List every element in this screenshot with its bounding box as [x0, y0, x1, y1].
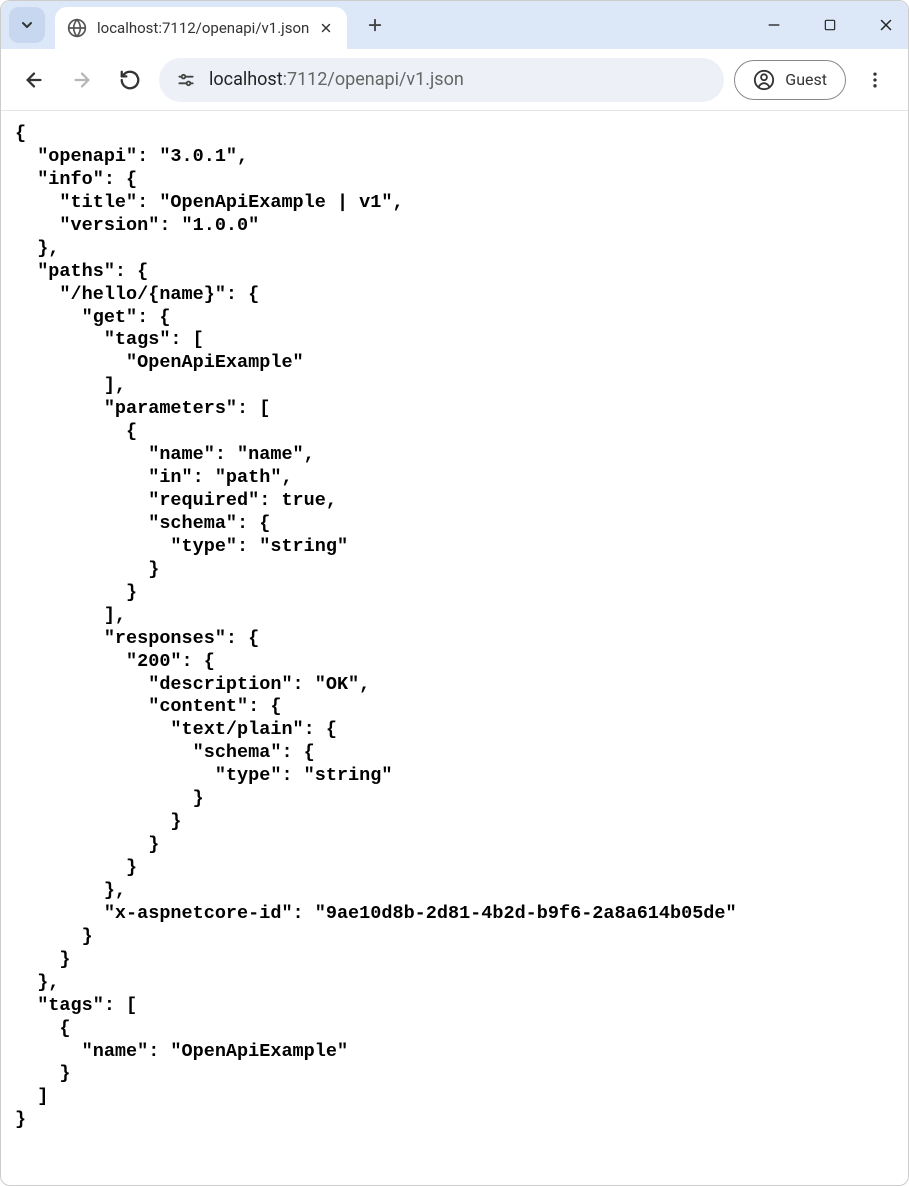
arrow-right-icon: [71, 69, 93, 91]
globe-icon: [67, 18, 87, 38]
json-content[interactable]: { "openapi": "3.0.1", "info": { "title":…: [1, 111, 908, 1144]
profile-label: Guest: [785, 70, 827, 89]
forward-button: [63, 61, 101, 99]
url-host: localhost: [209, 69, 283, 90]
profile-button[interactable]: Guest: [734, 60, 846, 100]
reload-icon: [119, 69, 141, 91]
back-button[interactable]: [15, 61, 53, 99]
close-icon: [319, 21, 333, 35]
tab-bar: localhost:7112/openapi/v1.json: [1, 1, 908, 49]
maximize-icon: [823, 18, 837, 32]
url-text: localhost:7112/openapi/v1.json: [209, 69, 464, 90]
window-controls: [760, 1, 900, 49]
close-icon: [877, 16, 895, 34]
tab-search-button[interactable]: [9, 7, 45, 43]
more-menu-button[interactable]: [856, 61, 894, 99]
site-settings-icon[interactable]: [175, 69, 197, 91]
plus-icon: [366, 16, 384, 34]
address-bar[interactable]: localhost:7112/openapi/v1.json: [159, 58, 724, 102]
tab-title: localhost:7112/openapi/v1.json: [97, 19, 309, 37]
reload-button[interactable]: [111, 61, 149, 99]
close-window-button[interactable]: [872, 11, 900, 39]
more-vertical-icon: [865, 70, 885, 90]
toolbar: localhost:7112/openapi/v1.json Guest: [1, 49, 908, 111]
url-path: :7112/openapi/v1.json: [283, 69, 464, 90]
maximize-button[interactable]: [816, 11, 844, 39]
minimize-icon: [766, 17, 782, 33]
chevron-down-icon: [19, 17, 35, 33]
user-icon: [753, 69, 775, 91]
tab-close-button[interactable]: [317, 19, 335, 37]
minimize-button[interactable]: [760, 11, 788, 39]
browser-chrome: localhost:7112/openapi/v1.json: [1, 1, 908, 111]
new-tab-button[interactable]: [359, 9, 391, 41]
browser-tab[interactable]: localhost:7112/openapi/v1.json: [55, 7, 347, 49]
arrow-left-icon: [23, 69, 45, 91]
